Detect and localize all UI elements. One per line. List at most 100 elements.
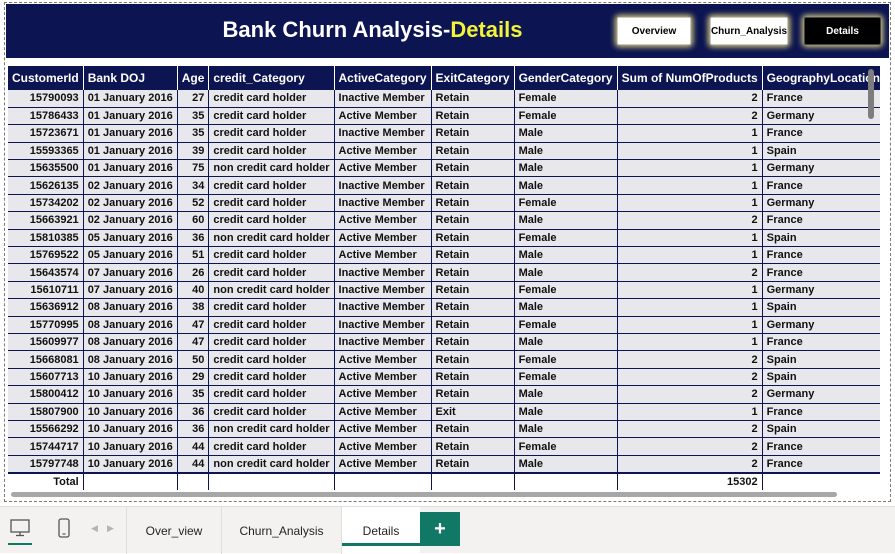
- table-row[interactable]: 15610711 07 January 2016 40 non credit card…: [8, 281, 880, 300]
- table-cell: France: [762, 246, 880, 265]
- table-cell: 07 January 2016: [83, 281, 178, 300]
- table-cell: 15790093: [8, 90, 84, 108]
- table-cell: Retain: [431, 455, 515, 474]
- total-value: 15302: [617, 471, 763, 490]
- tab-details[interactable]: Details: [341, 507, 421, 554]
- table-cell: 08 January 2016: [83, 316, 178, 334]
- table-cell: 08 January 2016: [83, 350, 178, 369]
- table-row[interactable]: 15723671 01 January 2016 35 credit card hol…: [8, 124, 880, 143]
- report-canvas: Bank Churn Analysis- Details Overview Chu…: [4, 2, 891, 502]
- table-row[interactable]: 15668081 08 January 2016 50 credit card hol…: [8, 350, 880, 369]
- nav-churn-analysis-button[interactable]: Churn_Analysis: [710, 17, 788, 45]
- desktop-layout-icon[interactable]: [8, 515, 32, 545]
- table-cell: 75: [177, 159, 210, 178]
- table-row[interactable]: 15566292 10 January 2016 36 non credit card…: [8, 420, 880, 439]
- tab-over-view[interactable]: Over_view: [126, 507, 221, 554]
- details-table-visual[interactable]: CustomerId Bank DOJ Age credit_Category …: [8, 66, 880, 496]
- table-cell: 15797748: [8, 455, 84, 474]
- table-cell: Retain: [431, 316, 515, 334]
- table-cell: credit card holder: [208, 368, 335, 387]
- table-cell: Male: [514, 176, 618, 195]
- col-header[interactable]: CustomerId: [8, 66, 84, 90]
- table-row[interactable]: 15790093 01 January 2016 27 credit card hol…: [8, 90, 880, 108]
- table-cell: 2: [617, 420, 763, 439]
- table-row[interactable]: 15607713 10 January 2016 29 credit card hol…: [8, 368, 880, 387]
- nav-details-button[interactable]: Details: [804, 17, 881, 45]
- table-row[interactable]: 15786433 01 January 2016 35 credit card hol…: [8, 107, 880, 126]
- table-cell: Retain: [431, 176, 515, 195]
- tab-scroll-right-icon[interactable]: ▶: [107, 523, 114, 534]
- table-row[interactable]: 15800412 10 January 2016 35 credit card hol…: [8, 385, 880, 404]
- table-row[interactable]: 15769522 05 January 2016 51 credit card hol…: [8, 246, 880, 265]
- table-cell: 36: [177, 403, 210, 421]
- table-cell: 2: [617, 368, 763, 387]
- table-cell: 35: [177, 385, 210, 404]
- table-cell: credit card holder: [208, 350, 335, 369]
- table-cell: 15609977: [8, 333, 84, 352]
- table-row[interactable]: 15635500 01 January 2016 75 non credit card…: [8, 159, 880, 178]
- table-row[interactable]: 15626135 02 January 2016 34 credit card hol…: [8, 176, 880, 195]
- col-header[interactable]: ActiveCategory: [334, 66, 432, 90]
- table-cell: 1: [617, 176, 763, 195]
- table-cell: 2: [617, 107, 763, 126]
- table-cell: Inactive Member: [334, 90, 432, 108]
- table-cell: credit card holder: [208, 176, 335, 195]
- table-cell: 47: [177, 316, 210, 334]
- col-header[interactable]: GenderCategory: [514, 66, 618, 90]
- table-row[interactable]: 15643574 07 January 2016 26 credit card hol…: [8, 263, 880, 282]
- vertical-scrollbar[interactable]: [868, 69, 874, 119]
- table-cell: Inactive Member: [334, 176, 432, 195]
- details-table: CustomerId Bank DOJ Age credit_Category …: [8, 66, 880, 490]
- table-cell: 2: [617, 455, 763, 474]
- mobile-layout-icon[interactable]: [52, 515, 76, 541]
- table-cell: 15800412: [8, 385, 84, 404]
- table-row[interactable]: 15663921 02 January 2016 60 credit card hol…: [8, 211, 880, 230]
- table-row[interactable]: 15797748 10 January 2016 44 non credit card…: [8, 455, 880, 474]
- col-header[interactable]: ExitCategory: [431, 66, 515, 90]
- table-row[interactable]: 15744717 10 January 2016 44 credit card hol…: [8, 437, 880, 456]
- table-cell: France: [762, 124, 880, 143]
- tab-scroll-left-icon[interactable]: ◀: [91, 523, 98, 534]
- table-row[interactable]: 15609977 08 January 2016 47 credit card hol…: [8, 333, 880, 352]
- table-row[interactable]: 15807900 10 January 2016 36 credit card hol…: [8, 403, 880, 421]
- table-row[interactable]: 15770995 08 January 2016 47 credit card hol…: [8, 316, 880, 334]
- table-row[interactable]: 15734202 02 January 2016 52 credit card hol…: [8, 194, 880, 213]
- table-cell: 15607713: [8, 368, 84, 387]
- table-cell: Female: [514, 437, 618, 456]
- table-cell: 15734202: [8, 194, 84, 213]
- table-cell: 08 January 2016: [83, 333, 178, 352]
- table-cell: France: [762, 437, 880, 456]
- table-cell: Active Member: [334, 437, 432, 456]
- col-header[interactable]: Sum of NumOfProducts: [617, 66, 763, 90]
- title-main: Bank Churn Analysis-: [222, 17, 451, 42]
- table-cell: 08 January 2016: [83, 298, 178, 317]
- table-cell: Inactive Member: [334, 298, 432, 317]
- table-row[interactable]: 15636912 08 January 2016 38 credit card hol…: [8, 298, 880, 317]
- table-row[interactable]: 15593365 01 January 2016 39 credit card hol…: [8, 142, 880, 161]
- table-cell: 2: [617, 437, 763, 456]
- table-row[interactable]: 15810385 05 January 2016 36 non credit card…: [8, 229, 880, 248]
- table-cell: 10 January 2016: [83, 455, 178, 474]
- total-cell: [762, 471, 880, 490]
- add-page-button[interactable]: +: [420, 512, 460, 546]
- horizontal-scrollbar[interactable]: [11, 492, 837, 497]
- table-cell: Inactive Member: [334, 281, 432, 300]
- table-cell: Female: [514, 316, 618, 334]
- table-cell: 02 January 2016: [83, 176, 178, 195]
- table-cell: Inactive Member: [334, 124, 432, 143]
- col-header[interactable]: credit_Category: [208, 66, 335, 90]
- table-cell: Active Member: [334, 350, 432, 369]
- table-cell: Retain: [431, 159, 515, 178]
- table-cell: credit card holder: [208, 246, 335, 265]
- col-header[interactable]: Bank DOJ: [83, 66, 178, 90]
- total-cell: [514, 471, 618, 490]
- table-cell: Inactive Member: [334, 316, 432, 334]
- table-cell: Retain: [431, 298, 515, 317]
- table-cell: 44: [177, 437, 210, 456]
- total-label: Total: [8, 471, 84, 490]
- col-header[interactable]: GeographyLocation: [762, 66, 880, 90]
- col-header[interactable]: Age: [177, 66, 210, 90]
- table-cell: 29: [177, 368, 210, 387]
- tab-churn-analysis[interactable]: Churn_Analysis: [221, 507, 341, 554]
- nav-overview-button[interactable]: Overview: [617, 17, 691, 45]
